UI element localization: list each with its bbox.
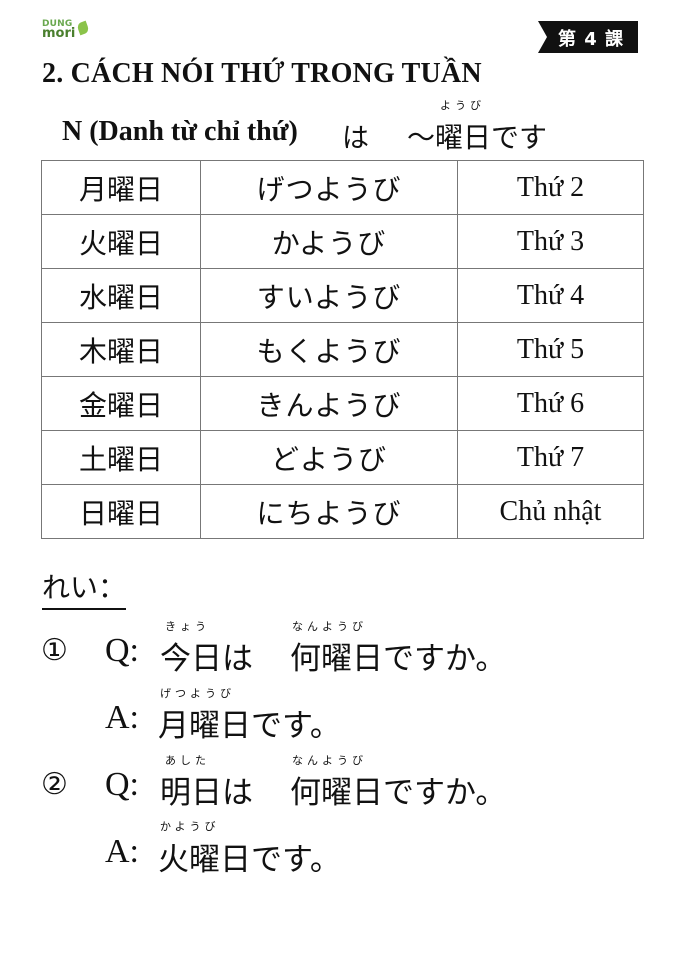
section-title: 2. CÁCH NÓI THỨ TRONG TUẦN (42, 58, 482, 89)
example-2-a-furigana: かようび (160, 820, 220, 833)
leaf-icon (76, 20, 90, 36)
example-1-q-part-1: 今日は (160, 641, 253, 677)
day-hiragana: どようび (200, 430, 458, 485)
example-2-q-furigana-1: あした (165, 754, 210, 767)
example-2-q-label: Q: (105, 766, 139, 803)
example-2-q-part-1: 明日は (160, 775, 253, 811)
day-meaning: Thứ 4 (457, 268, 644, 323)
day-meaning: Chủ nhật (457, 484, 644, 539)
days-table: 月曜日 げつようび Thứ 2 火曜日 かようび Thứ 3 水曜日 すいようび… (41, 160, 644, 539)
table-row: 月曜日 げつようび Thứ 2 (41, 160, 644, 215)
day-hiragana: もくようび (200, 322, 458, 377)
lesson-tag-label: 第 4 課 (558, 29, 625, 50)
day-hiragana: げつようび (200, 160, 458, 215)
example-2-question: ② (41, 764, 68, 802)
day-meaning: Thứ 5 (457, 322, 644, 377)
day-hiragana: すいようび (200, 268, 458, 323)
example-2-q-furigana-2: なんようび (292, 754, 367, 767)
table-row: 土曜日 どようび Thứ 7 (41, 430, 644, 485)
pattern-suffix: ～曜日です (407, 121, 548, 154)
pattern-furigana: ようび (440, 99, 485, 112)
example-1-a-label: A: (105, 699, 139, 736)
example-2-number: ② (41, 767, 68, 802)
day-kanji: 日曜日 (41, 484, 201, 539)
day-meaning: Thứ 7 (457, 430, 644, 485)
example-1-q-part-2: 何曜日ですか。 (290, 641, 507, 677)
day-kanji: 木曜日 (41, 322, 201, 377)
day-meaning: Thứ 3 (457, 214, 644, 269)
pattern-particle: は (342, 123, 369, 154)
table-row: 金曜日 きんようび Thứ 6 (41, 376, 644, 431)
day-kanji: 月曜日 (41, 160, 201, 215)
example-1-number: ① (41, 633, 68, 668)
table-row: 木曜日 もくようび Thứ 5 (41, 322, 644, 377)
day-meaning: Thứ 6 (457, 376, 644, 431)
day-kanji: 火曜日 (41, 214, 201, 269)
day-kanji: 水曜日 (41, 268, 201, 323)
example-1-q-label: Q: (105, 632, 139, 669)
day-hiragana: きんようび (200, 376, 458, 431)
table-row: 日曜日 にちようび Chủ nhật (41, 484, 644, 539)
lesson-tag: 第 4 課 (538, 21, 638, 53)
examples-label: れい： (42, 566, 127, 610)
grammar-pattern: N (Danh từ chỉ thứ) は ～曜日です (62, 116, 547, 154)
example-1-q-furigana-1: きょう (165, 620, 210, 633)
example-2-a-label: A: (105, 833, 139, 870)
example-1-answer: 月曜日です。 (158, 708, 341, 744)
day-hiragana: にちようび (200, 484, 458, 539)
example-2-answer: 火曜日です。 (158, 842, 341, 878)
day-kanji: 土曜日 (41, 430, 201, 485)
pattern-prefix: N (Danh từ chỉ thứ) (62, 116, 298, 147)
example-1-a-furigana: げつようび (160, 687, 235, 700)
logo: DUNG mori (42, 19, 102, 41)
day-kanji: 金曜日 (41, 376, 201, 431)
day-meaning: Thứ 2 (457, 160, 644, 215)
logo-line-2: mori (42, 26, 76, 41)
example-1-q-furigana-2: なんようび (292, 620, 367, 633)
table-row: 水曜日 すいようび Thứ 4 (41, 268, 644, 323)
example-2-q-part-2: 何曜日ですか。 (290, 775, 507, 811)
table-row: 火曜日 かようび Thứ 3 (41, 214, 644, 269)
example-1-question: ① (41, 630, 68, 668)
day-hiragana: かようび (200, 214, 458, 269)
